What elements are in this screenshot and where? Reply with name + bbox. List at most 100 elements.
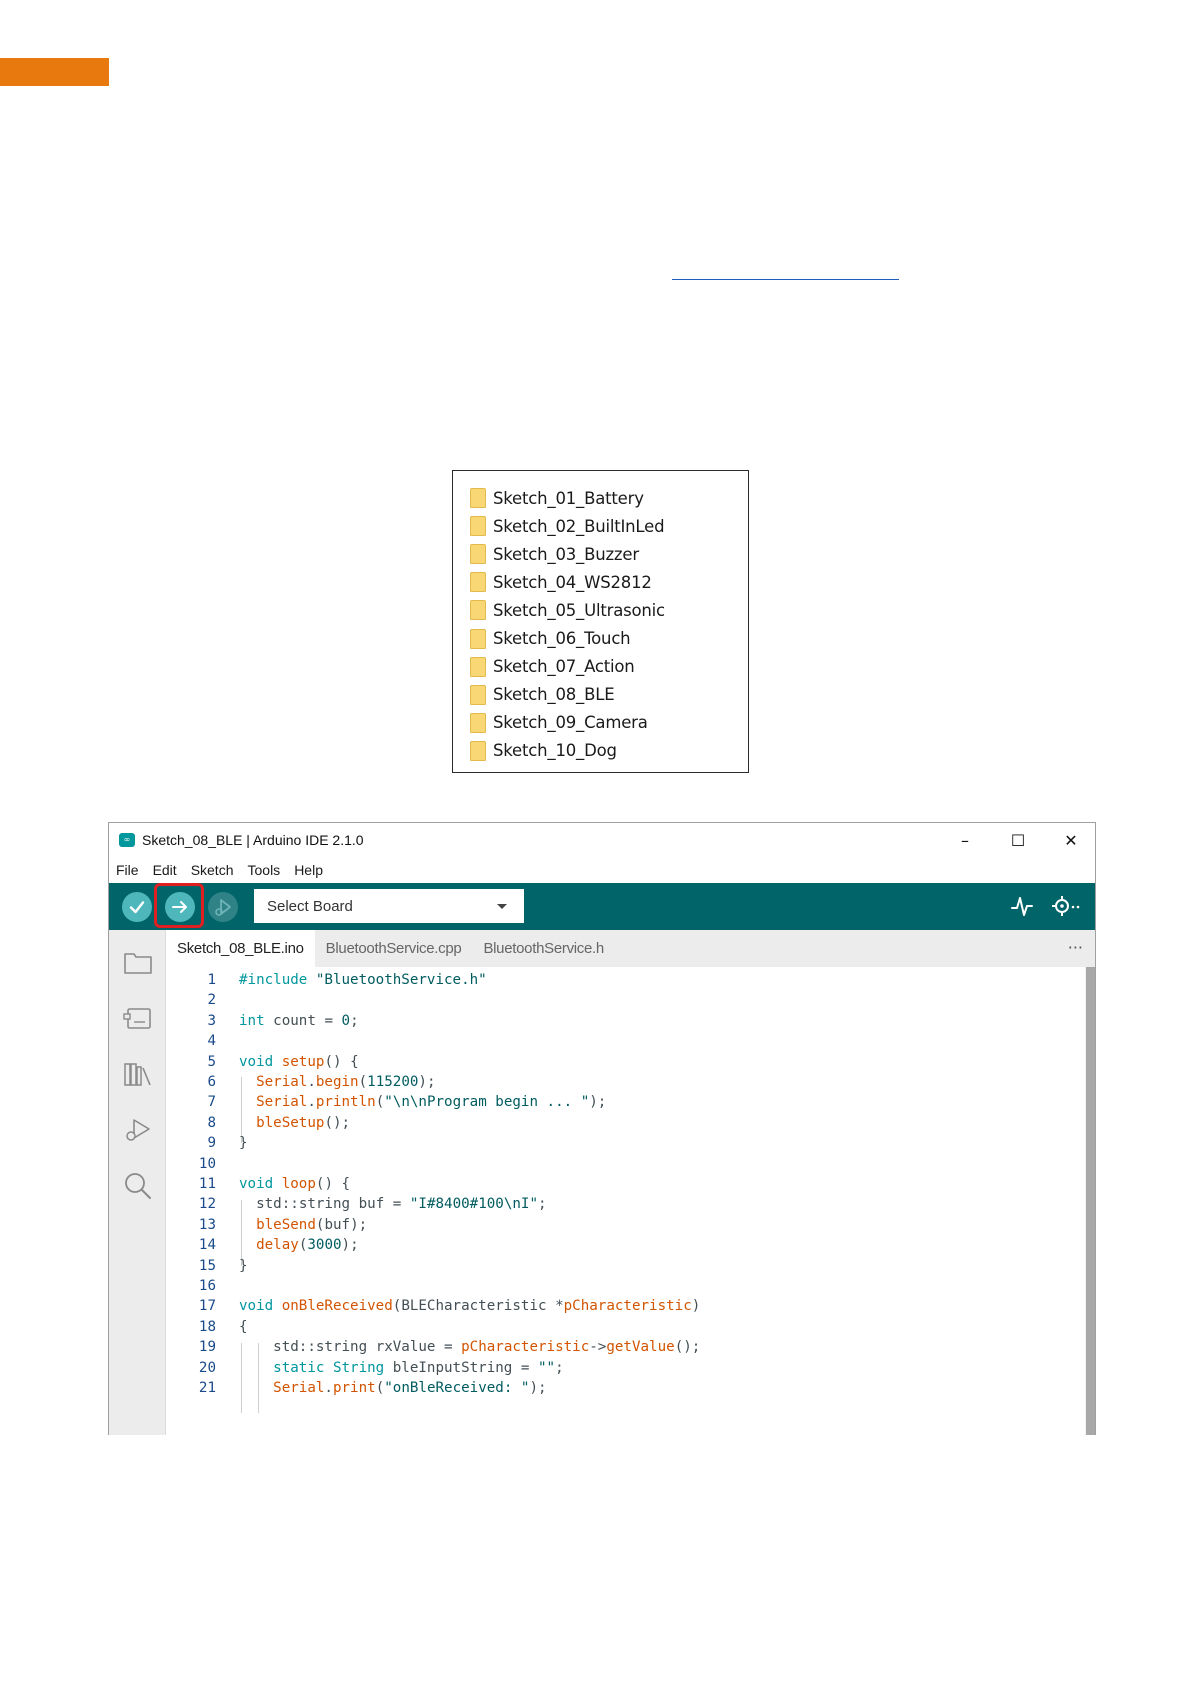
section-header-marker bbox=[0, 58, 109, 86]
maximize-button[interactable]: ☐ bbox=[992, 823, 1044, 857]
search-icon[interactable] bbox=[122, 1170, 154, 1202]
folder-item[interactable]: Sketch_03_Buzzer bbox=[453, 540, 748, 568]
code-token: ) bbox=[350, 1216, 359, 1233]
code-line[interactable]: 15} bbox=[166, 1255, 966, 1277]
editor-tab[interactable]: BluetoothService.cpp bbox=[315, 930, 473, 967]
code-line[interactable]: 17 void onBleReceived(BLECharacteristic *… bbox=[166, 1295, 966, 1317]
menu-sketch[interactable]: Sketch bbox=[191, 862, 234, 878]
code-token: ; bbox=[426, 1074, 436, 1090]
folder-item[interactable]: Sketch_01_Battery bbox=[453, 484, 748, 512]
code-token: { bbox=[341, 1176, 351, 1192]
line-number: 17 bbox=[198, 1298, 216, 1315]
code-line[interactable]: 5 void setup() { bbox=[166, 1051, 966, 1073]
code-text: void onBleReceived(BLECharacteristic *pC… bbox=[239, 1295, 700, 1317]
code-line[interactable]: 9} bbox=[166, 1132, 966, 1154]
window-title: Sketch_08_BLE | Arduino IDE 2.1.0 bbox=[142, 832, 364, 848]
folder-label: Sketch_03_Buzzer bbox=[493, 544, 639, 564]
menu-file[interactable]: File bbox=[116, 862, 139, 878]
folder-item[interactable]: Sketch_09_Camera bbox=[453, 709, 748, 737]
verify-button[interactable] bbox=[122, 892, 152, 922]
serial-plotter-icon[interactable] bbox=[1009, 894, 1035, 918]
code-token: = bbox=[324, 1012, 333, 1029]
menu-tools[interactable]: Tools bbox=[248, 862, 281, 878]
folder-item[interactable]: Sketch_05_Ultrasonic bbox=[453, 596, 748, 624]
code-line[interactable]: 11 void loop() { bbox=[166, 1173, 966, 1195]
code-line[interactable]: 1 #include "BluetoothService.h" bbox=[166, 969, 966, 991]
folder-item[interactable]: Sketch_08_BLE bbox=[453, 681, 748, 709]
code-token: rxValue bbox=[375, 1339, 436, 1356]
scrollbar-thumb[interactable] bbox=[1086, 967, 1095, 1435]
library-icon[interactable] bbox=[122, 1058, 154, 1090]
menu-help[interactable]: Help bbox=[294, 862, 323, 878]
toolbar: Select Board bbox=[109, 883, 1095, 930]
code-text: delay(3000); bbox=[239, 1234, 359, 1256]
board-manager-icon[interactable] bbox=[122, 1002, 154, 1034]
folder-icon[interactable] bbox=[122, 946, 154, 978]
debug-button[interactable] bbox=[208, 892, 238, 922]
folder-item[interactable]: Sketch_04_WS2812 bbox=[453, 568, 748, 596]
code-editor[interactable]: 1 #include "BluetoothService.h" 2 3 int coun… bbox=[166, 967, 1095, 1435]
code-line[interactable]: 8 bleSetup(); bbox=[166, 1112, 966, 1134]
code-line[interactable]: 19 std::string rxValue = pCharacteristic… bbox=[166, 1336, 966, 1358]
code-line[interactable]: 4 bbox=[166, 1030, 966, 1052]
code-line[interactable]: 2 bbox=[166, 989, 966, 1011]
line-number: 4 bbox=[207, 1033, 216, 1050]
editor-scrollbar[interactable] bbox=[1085, 967, 1095, 1435]
code-token: std bbox=[256, 1196, 282, 1213]
more-options-icon[interactable]: ··· bbox=[1068, 938, 1083, 957]
code-text: std::string buf = "I#8400#100\nI"; bbox=[239, 1193, 546, 1215]
editor-tab[interactable]: BluetoothService.h bbox=[472, 930, 615, 967]
editor-tab[interactable]: Sketch_08_BLE.ino bbox=[166, 930, 315, 967]
code-line[interactable]: 20 static String bleInputString = ""; bbox=[166, 1357, 966, 1379]
code-string: "\n\nProgram begin ... " bbox=[384, 1094, 590, 1111]
close-button[interactable]: ✕ bbox=[1045, 823, 1095, 857]
folder-item[interactable]: Sketch_10_Dog bbox=[453, 737, 748, 765]
code-line[interactable]: 3 int count = 0; bbox=[166, 1010, 966, 1032]
code-token: ( bbox=[324, 1114, 333, 1131]
code-line[interactable]: 14 delay(3000); bbox=[166, 1234, 966, 1256]
folder-item[interactable]: Sketch_02_BuiltInLed bbox=[453, 512, 748, 540]
code-line[interactable]: 21 Serial.print("onBleReceived: "); bbox=[166, 1377, 966, 1399]
folder-item[interactable]: Sketch_06_Touch bbox=[453, 624, 748, 652]
code-token: ; bbox=[555, 1359, 564, 1376]
title-bar: ∞ Sketch_08_BLE | Arduino IDE 2.1.0 – ☐ … bbox=[109, 823, 1095, 857]
code-line[interactable]: 12 std::string buf = "I#8400#100\nI"; bbox=[166, 1193, 966, 1215]
code-token: string bbox=[298, 1196, 351, 1213]
code-line[interactable]: 10 bbox=[166, 1153, 966, 1175]
code-line[interactable]: 7 Serial.println("\n\nProgram begin ... … bbox=[166, 1091, 966, 1113]
code-function: print bbox=[332, 1380, 376, 1396]
code-line[interactable]: 16 bbox=[166, 1275, 966, 1297]
menu-edit[interactable]: Edit bbox=[153, 862, 177, 878]
code-line[interactable]: 6 Serial.begin(115200); bbox=[166, 1071, 966, 1093]
code-token: ; bbox=[350, 1012, 359, 1029]
code-string: "I#8400#100\nI" bbox=[409, 1196, 538, 1213]
folder-item[interactable]: Sketch_07_Action bbox=[453, 653, 748, 681]
code-text: #include "BluetoothService.h" bbox=[239, 969, 487, 991]
code-keyword: String bbox=[332, 1359, 385, 1376]
code-line[interactable]: 13 bleSend(buf); bbox=[166, 1214, 966, 1236]
activity-sidebar bbox=[109, 930, 166, 1435]
board-selector-label: Select Board bbox=[267, 897, 353, 915]
board-selector[interactable]: Select Board bbox=[254, 889, 524, 923]
menu-bar: File Edit Sketch Tools Help bbox=[109, 857, 1095, 883]
folder-label: Sketch_09_Camera bbox=[493, 713, 648, 733]
folder-icon bbox=[470, 684, 486, 705]
folder-label: Sketch_05_Ultrasonic bbox=[493, 600, 665, 620]
code-line[interactable]: 18 { bbox=[166, 1316, 966, 1338]
line-number: 19 bbox=[198, 1339, 216, 1356]
folder-icon bbox=[470, 628, 486, 649]
minimize-button[interactable]: – bbox=[939, 823, 991, 857]
folder-label: Sketch_07_Action bbox=[493, 657, 635, 677]
code-token: ( bbox=[674, 1339, 684, 1356]
debug-icon[interactable] bbox=[122, 1114, 154, 1146]
serial-monitor-icon[interactable] bbox=[1049, 894, 1083, 918]
line-number: 1 bbox=[207, 972, 216, 988]
